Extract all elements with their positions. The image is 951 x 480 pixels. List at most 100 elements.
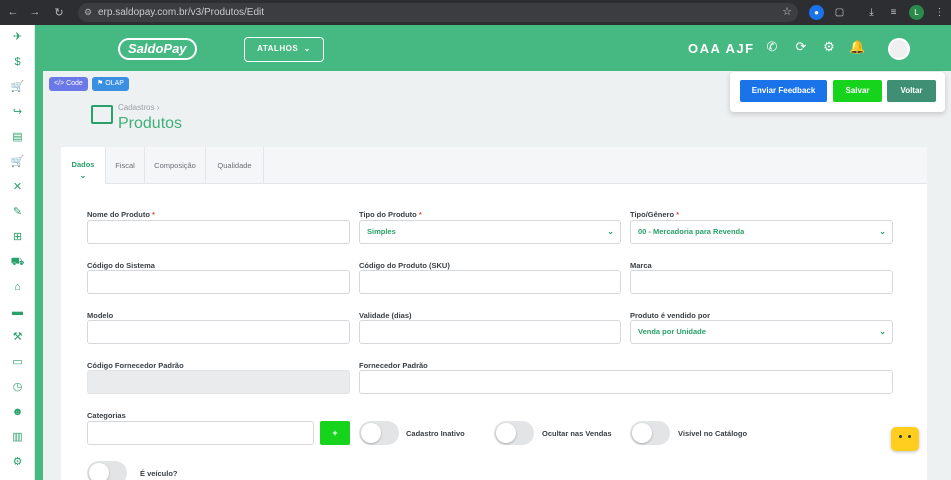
chevron-down-icon: ⌄ <box>607 227 614 236</box>
breadcrumb: Cadastros › <box>118 103 159 112</box>
tipo-value: Simples <box>367 227 396 236</box>
browser-toolbar: ← → ↻ ⚙ erp.saldopay.com.br/v3/Produtos/… <box>0 0 951 25</box>
app-header: SaldoPay ATALHOS ⌄ OAA AJF ✆ ⟳ ⚙ 🔔 <box>43 25 951 71</box>
genero-value: 00 - Mercadoria para Revenda <box>638 227 745 236</box>
tools-icon[interactable]: ✕ <box>0 175 35 200</box>
sidebar-accent-strip <box>35 25 43 480</box>
truck-icon[interactable]: ⛟ <box>0 250 35 275</box>
sync-icon[interactable]: ⟳ <box>793 39 809 55</box>
genero-label: Tipo/Gênero * <box>630 210 680 219</box>
code-badge-label: Code <box>66 80 83 87</box>
gear-icon[interactable]: ⚙ <box>821 39 837 55</box>
chevron-down-icon: ⌄ <box>879 227 886 236</box>
save-button[interactable]: Salvar <box>833 80 882 102</box>
categorias-input[interactable] <box>87 421 314 445</box>
validade-input[interactable] <box>359 320 621 344</box>
share-icon[interactable]: ↪ <box>0 100 35 125</box>
cod-fornecedor-label: Código Fornecedor Padrão <box>87 361 184 370</box>
monitor-icon[interactable]: ▭ <box>0 350 35 375</box>
modelo-input[interactable] <box>87 320 350 344</box>
tab-qualidade[interactable]: Qualidade <box>206 147 264 184</box>
nome-input[interactable] <box>87 220 350 244</box>
money-icon[interactable]: $ <box>0 50 35 75</box>
olap-badge[interactable]: ⚑ OLAP <box>92 77 129 91</box>
validade-label: Validade (dias) <box>359 311 412 320</box>
chevron-down-icon: ⌄ <box>879 327 886 336</box>
vendido-por-value: Venda por Unidade <box>638 327 706 336</box>
tab-dados-label: Dados <box>71 160 95 169</box>
clock-icon[interactable]: ◷ <box>0 375 35 400</box>
car-icon[interactable]: ▬ <box>0 300 35 325</box>
product-form-card: Dados ⌄ Fiscal Composição Qualidade Nome… <box>61 147 927 480</box>
whatsapp-icon[interactable]: ✆ <box>764 39 780 55</box>
cadastro-inativo-label: Cadastro Inativo <box>406 429 465 438</box>
reload-icon[interactable]: ↻ <box>50 6 68 19</box>
cadastro-inativo-toggle[interactable] <box>359 421 399 445</box>
bookmark-star-icon[interactable]: ☆ <box>782 3 792 22</box>
tipo-select[interactable]: Simples ⌄ <box>359 220 621 244</box>
cod-fornecedor-input <box>87 370 350 394</box>
ocultar-vendas-toggle[interactable] <box>494 421 534 445</box>
olap-badge-label: OLAP <box>105 80 124 87</box>
wrench-icon[interactable]: ⚒ <box>0 325 35 350</box>
tab-fiscal[interactable]: Fiscal <box>106 147 145 184</box>
back-button[interactable]: Voltar <box>887 80 936 102</box>
bank-icon[interactable]: ⌂ <box>0 275 35 300</box>
company-name: OAA AJF <box>688 41 755 56</box>
edit-document-icon[interactable]: ✎ <box>0 200 35 225</box>
forward-arrow-icon[interactable]: → <box>26 6 44 18</box>
hierarchy-icon[interactable]: ⊞ <box>0 225 35 250</box>
extensions-puzzle-icon[interactable]: ▢ <box>832 5 847 20</box>
reading-list-icon[interactable]: ≡ <box>886 5 901 20</box>
e-veiculo-label: É veículo? <box>140 469 178 478</box>
chevron-down-icon: ⌄ <box>79 171 87 180</box>
sku-input[interactable] <box>359 270 621 294</box>
ocultar-vendas-label: Ocultar nas Vendas <box>542 429 612 438</box>
product-card-icon <box>91 105 113 124</box>
settings-icon[interactable]: ⚙ <box>0 450 35 475</box>
shortcuts-label: ATALHOS <box>257 44 299 53</box>
chat-assistant-icon[interactable] <box>891 427 919 451</box>
code-icon: </> <box>54 80 67 87</box>
codigo-sistema-input[interactable] <box>87 270 350 294</box>
olap-icon: ⚑ <box>97 80 106 87</box>
breadcrumb-chevron-icon: › <box>156 103 160 112</box>
marca-label: Marca <box>630 261 652 270</box>
back-arrow-icon[interactable]: ← <box>4 6 22 18</box>
action-panel: Enviar Feedback Salvar Voltar <box>730 72 945 112</box>
nome-label: Nome do Produto * <box>87 210 155 219</box>
fornecedor-input[interactable] <box>359 370 893 394</box>
bell-icon[interactable]: 🔔 <box>849 39 865 55</box>
download-icon[interactable]: ⤓ <box>864 5 879 20</box>
add-category-button[interactable]: + <box>320 421 350 445</box>
page-title: Produtos <box>118 115 183 132</box>
send-feedback-button[interactable]: Enviar Feedback <box>740 80 827 102</box>
logo-icon[interactable]: ✈ <box>0 25 35 50</box>
browser-menu-icon[interactable]: ⋮ <box>932 5 947 20</box>
marca-input[interactable] <box>630 270 893 294</box>
user-avatar[interactable] <box>888 38 910 60</box>
e-veiculo-toggle[interactable] <box>87 461 127 480</box>
code-badge[interactable]: </> Code <box>49 77 88 91</box>
profile-avatar[interactable]: L <box>909 5 924 20</box>
vendido-por-select[interactable]: Venda por Unidade ⌄ <box>630 320 893 344</box>
tab-bar: Dados ⌄ Fiscal Composição Qualidade <box>61 147 927 184</box>
extension-icon[interactable]: ● <box>809 5 824 20</box>
tipo-label: Tipo do Produto * <box>359 210 422 219</box>
tab-composicao[interactable]: Composição <box>145 147 206 184</box>
site-settings-icon[interactable]: ⚙ <box>84 3 92 22</box>
visivel-catalogo-toggle[interactable] <box>630 421 670 445</box>
breadcrumb-parent[interactable]: Cadastros <box>118 103 154 112</box>
cart-add-icon[interactable]: 🛒 <box>0 150 35 175</box>
visivel-catalogo-label: Visível no Catálogo <box>678 429 748 438</box>
tab-dados[interactable]: Dados ⌄ <box>61 147 106 184</box>
report-icon[interactable]: ▥ <box>0 425 35 450</box>
cart-icon[interactable]: 🛒 <box>0 75 35 100</box>
address-bar[interactable]: ⚙ erp.saldopay.com.br/v3/Produtos/Edit ☆ <box>78 3 798 22</box>
brand-logo[interactable]: SaldoPay <box>118 38 197 60</box>
users-icon[interactable]: ☻ <box>0 400 35 425</box>
genero-select[interactable]: 00 - Mercadoria para Revenda ⌄ <box>630 220 893 244</box>
shortcuts-dropdown[interactable]: ATALHOS ⌄ <box>244 37 324 62</box>
categorias-label: Categorias <box>87 411 126 420</box>
document-icon[interactable]: ▤ <box>0 125 35 150</box>
